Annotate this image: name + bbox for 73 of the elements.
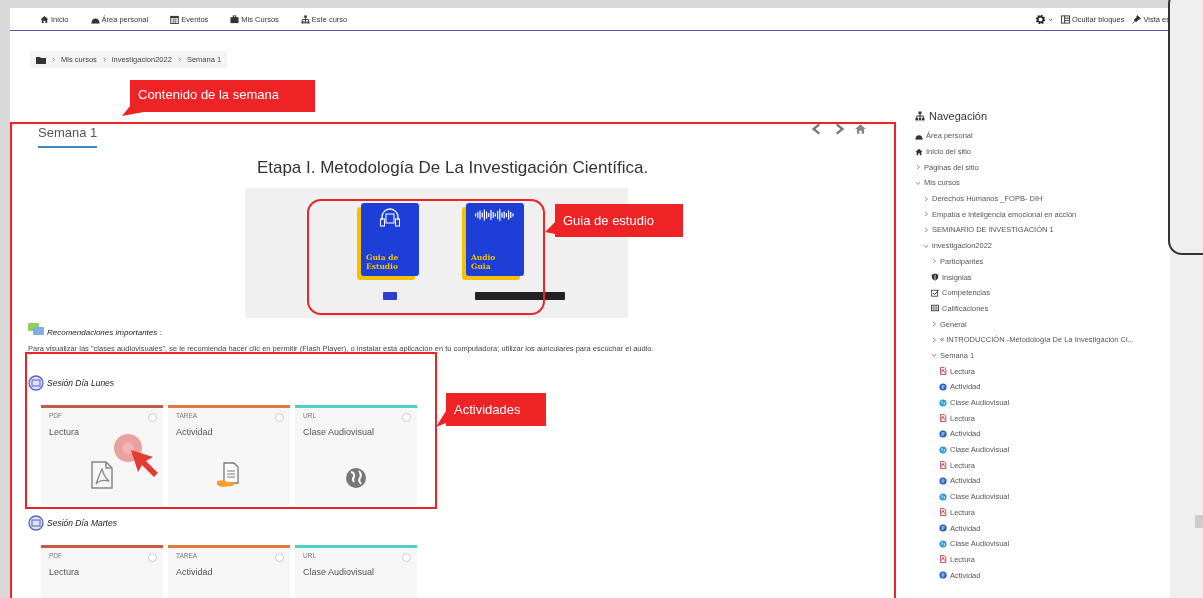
completion-checkbox[interactable] (275, 553, 284, 562)
pdf-icon (939, 414, 947, 423)
activity-name: Lectura (49, 427, 80, 437)
pdf-icon (90, 461, 114, 489)
checkbox-icon (931, 288, 939, 297)
caret-icon (1047, 16, 1053, 22)
activity-name: Clase Audiovisual (303, 427, 375, 437)
shield-icon (931, 273, 939, 282)
home-icon[interactable] (854, 123, 867, 135)
pdf-icon (939, 555, 947, 564)
briefcase-icon (230, 14, 240, 24)
block-title: Navegación (929, 110, 988, 122)
activity-name: Actividad (176, 427, 213, 437)
section-title: Etapa I. Metodología De La Investigación Científica. (255, 158, 650, 178)
assignment-icon (939, 429, 947, 438)
collapsed-caret-icon (931, 258, 937, 265)
assignment-icon (939, 382, 947, 391)
assignment-icon (939, 476, 947, 485)
waveform-icon (475, 208, 515, 222)
activity-name: Actividad (176, 567, 213, 577)
globe-icon (939, 539, 947, 548)
collapsed-caret-icon (931, 321, 937, 328)
scroll-button[interactable] (1195, 515, 1203, 528)
separator-icon (176, 57, 182, 62)
notice-title: Recomendaciones importantes : (47, 328, 162, 337)
expanded-caret-icon (931, 352, 937, 359)
pdf-icon (939, 508, 947, 517)
session-title: Sesión Día Lunes (47, 378, 115, 388)
session-title: Sesión Día Martes (47, 518, 117, 528)
sitemap-icon (300, 14, 310, 24)
calendar-icon (170, 14, 180, 24)
folder-icon (36, 55, 46, 64)
pdf-icon (939, 367, 947, 376)
headphones-icon (379, 208, 401, 228)
assignment-icon (939, 524, 947, 533)
pdf-icon (939, 461, 947, 470)
audio-player[interactable] (475, 292, 565, 300)
pin-icon (1132, 14, 1142, 24)
home-icon (40, 14, 49, 24)
table-icon (931, 304, 939, 313)
activity-name: Clase Audiovisual (303, 567, 375, 577)
completion-checkbox[interactable] (275, 413, 284, 422)
callout-label: Actividades (436, 393, 546, 426)
section-tab[interactable]: Semana 1 (38, 125, 98, 148)
go-button[interactable] (383, 292, 397, 300)
expanded-caret-icon (923, 242, 929, 249)
activity-name: Lectura (49, 567, 80, 577)
collapsed-caret-icon (923, 195, 929, 202)
columns-icon (1060, 14, 1070, 24)
separator-icon (101, 57, 107, 62)
collapsed-caret-icon (931, 336, 937, 343)
collapsed-caret-icon (923, 211, 929, 218)
collapsed-caret-icon (915, 164, 921, 171)
collapsed-caret-icon (923, 226, 929, 233)
globe-icon (939, 398, 947, 407)
folder-circle-icon (28, 375, 44, 391)
settings-icon[interactable] (1034, 13, 1046, 25)
callout-label: Guia de estudio (545, 204, 683, 237)
folder-circle-icon (28, 515, 44, 531)
assignment-hand-icon (216, 461, 242, 489)
chat-bubbles-icon (28, 322, 44, 337)
expanded-caret-icon (915, 179, 921, 186)
completion-checkbox[interactable] (148, 553, 157, 562)
completion-checkbox[interactable] (402, 413, 411, 422)
home-icon (915, 147, 923, 156)
assignment-icon (939, 571, 947, 580)
separator-icon (51, 57, 56, 62)
globe-icon (345, 467, 367, 489)
globe-icon (939, 492, 947, 501)
globe-icon (939, 445, 947, 454)
completion-checkbox[interactable] (148, 413, 157, 422)
completion-checkbox[interactable] (402, 553, 411, 562)
sitemap-icon (915, 111, 925, 121)
